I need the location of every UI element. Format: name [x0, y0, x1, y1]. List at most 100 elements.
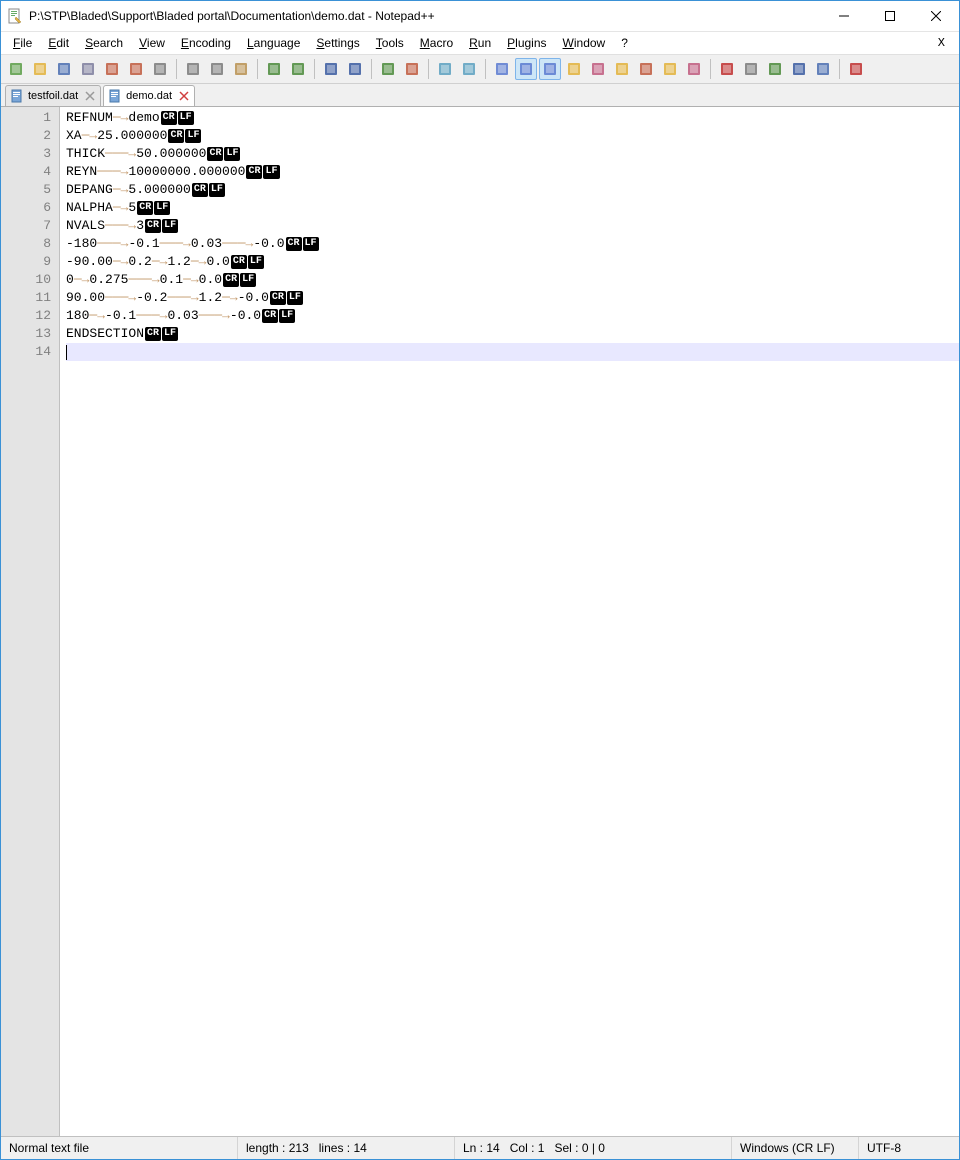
doc-map-icon[interactable]: [587, 58, 609, 80]
line-number[interactable]: 1: [1, 109, 51, 127]
open-file-icon[interactable]: [29, 58, 51, 80]
menu-search[interactable]: Search: [77, 34, 131, 52]
folder-icon[interactable]: [659, 58, 681, 80]
line-number[interactable]: 14: [1, 343, 51, 361]
eol-marker: CRLF: [285, 237, 319, 251]
close-icon[interactable]: [101, 58, 123, 80]
sync-v-icon[interactable]: [434, 58, 456, 80]
paste-icon[interactable]: [230, 58, 252, 80]
zoom-in-icon[interactable]: [377, 58, 399, 80]
sync-h-icon[interactable]: [458, 58, 480, 80]
tab-char: ───→: [97, 163, 128, 181]
monitor-icon[interactable]: [683, 58, 705, 80]
line-number[interactable]: 5: [1, 181, 51, 199]
indent-guide-icon[interactable]: [539, 58, 561, 80]
find-icon[interactable]: [320, 58, 342, 80]
menu-window[interactable]: Window: [555, 34, 614, 52]
redo-icon[interactable]: [287, 58, 309, 80]
line-number[interactable]: 6: [1, 199, 51, 217]
func-list-icon[interactable]: [635, 58, 657, 80]
menu-view[interactable]: View: [131, 34, 173, 52]
close-document-button[interactable]: X: [928, 34, 955, 52]
code-line[interactable]: 90.00───→-0.2───→1.2─→-0.0CRLF: [66, 289, 959, 307]
play-macro-icon[interactable]: [764, 58, 786, 80]
cut-icon[interactable]: [182, 58, 204, 80]
print-icon[interactable]: [149, 58, 171, 80]
menu-tools[interactable]: Tools: [368, 34, 412, 52]
code-line[interactable]: NALPHA─→5CRLF: [66, 199, 959, 217]
toolbar: [1, 54, 959, 84]
line-number[interactable]: 4: [1, 163, 51, 181]
line-number[interactable]: 2: [1, 127, 51, 145]
tab-char: ─→: [82, 127, 98, 145]
tab-char: ─→: [113, 181, 129, 199]
maximize-button[interactable]: [867, 1, 913, 31]
menu-[interactable]: ?: [613, 34, 636, 52]
spellcheck-icon[interactable]: [845, 58, 867, 80]
zoom-out-icon[interactable]: [401, 58, 423, 80]
tab-char: ─→: [222, 289, 238, 307]
line-number[interactable]: 8: [1, 235, 51, 253]
eol-marker: CRLF: [167, 129, 201, 143]
titlebar[interactable]: P:\STP\Bladed\Support\Bladed portal\Docu…: [1, 1, 959, 32]
code-line[interactable]: REFNUM─→demoCRLF: [66, 109, 959, 127]
toolbar-separator: [371, 59, 372, 79]
save-icon[interactable]: [53, 58, 75, 80]
menu-macro[interactable]: Macro: [412, 34, 461, 52]
save-macro-icon[interactable]: [812, 58, 834, 80]
eol-marker: CRLF: [261, 309, 295, 323]
code-line[interactable]: -180───→-0.1───→0.03───→-0.0CRLF: [66, 235, 959, 253]
stop-macro-icon[interactable]: [740, 58, 762, 80]
line-number[interactable]: 11: [1, 289, 51, 307]
line-number[interactable]: 12: [1, 307, 51, 325]
record-macro-icon[interactable]: [716, 58, 738, 80]
minimize-button[interactable]: [821, 1, 867, 31]
code-line[interactable]: 180─→-0.1───→0.03───→-0.0CRLF: [66, 307, 959, 325]
menu-language[interactable]: Language: [239, 34, 308, 52]
replace-icon[interactable]: [344, 58, 366, 80]
line-number[interactable]: 10: [1, 271, 51, 289]
save-all-icon[interactable]: [77, 58, 99, 80]
code-line[interactable]: -90.00─→0.2─→1.2─→0.0CRLF: [66, 253, 959, 271]
code-line[interactable]: THICK───→50.000000CRLF: [66, 145, 959, 163]
status-eol[interactable]: Windows (CR LF): [732, 1137, 859, 1159]
play-multi-icon[interactable]: [788, 58, 810, 80]
tab-close-button[interactable]: [84, 90, 96, 102]
code-area[interactable]: REFNUM─→demoCRLFXA─→25.000000CRLFTHICK──…: [60, 107, 959, 1136]
line-number[interactable]: 3: [1, 145, 51, 163]
udlang-icon[interactable]: [563, 58, 585, 80]
tab-char: ───→: [222, 235, 253, 253]
code-line[interactable]: DEPANG─→5.000000CRLF: [66, 181, 959, 199]
menu-settings[interactable]: Settings: [308, 34, 367, 52]
menu-file[interactable]: File: [5, 34, 40, 52]
line-number[interactable]: 9: [1, 253, 51, 271]
copy-icon[interactable]: [206, 58, 228, 80]
menu-run[interactable]: Run: [461, 34, 499, 52]
code-line[interactable]: NVALS───→3CRLF: [66, 217, 959, 235]
eol-marker: CRLF: [136, 201, 170, 215]
toolbar-separator: [710, 59, 711, 79]
tab-testfoil-dat[interactable]: testfoil.dat: [5, 85, 101, 106]
menu-encoding[interactable]: Encoding: [173, 34, 239, 52]
code-line[interactable]: [66, 343, 959, 361]
line-number[interactable]: 13: [1, 325, 51, 343]
menu-plugins[interactable]: Plugins: [499, 34, 554, 52]
close-all-icon[interactable]: [125, 58, 147, 80]
line-number-gutter[interactable]: 1234567891011121314: [1, 107, 60, 1136]
new-file-icon[interactable]: [5, 58, 27, 80]
code-line[interactable]: REYN───→10000000.000000CRLF: [66, 163, 959, 181]
code-line[interactable]: XA─→25.000000CRLF: [66, 127, 959, 145]
close-window-button[interactable]: [913, 1, 959, 31]
code-line[interactable]: 0─→0.275───→0.1─→0.0CRLF: [66, 271, 959, 289]
doc-list-icon[interactable]: [611, 58, 633, 80]
line-number[interactable]: 7: [1, 217, 51, 235]
menu-edit[interactable]: Edit: [40, 34, 77, 52]
status-encoding[interactable]: UTF-8: [859, 1137, 960, 1159]
tab-demo-dat[interactable]: demo.dat: [103, 85, 195, 106]
wordwrap-icon[interactable]: [491, 58, 513, 80]
show-all-chars-icon[interactable]: [515, 58, 537, 80]
window-title: P:\STP\Bladed\Support\Bladed portal\Docu…: [29, 9, 821, 23]
tab-close-button[interactable]: [178, 90, 190, 102]
undo-icon[interactable]: [263, 58, 285, 80]
code-line[interactable]: ENDSECTIONCRLF: [66, 325, 959, 343]
